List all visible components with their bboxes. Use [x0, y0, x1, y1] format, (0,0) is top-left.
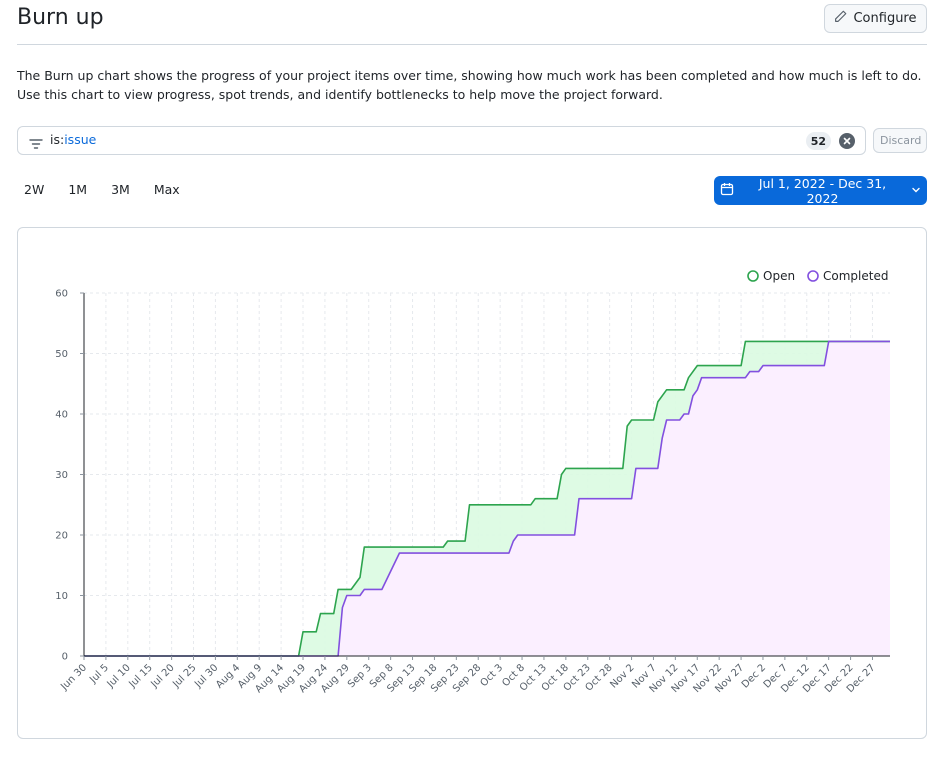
x-tick-label: Jul 20 — [148, 662, 176, 690]
y-tick-label: 60 — [55, 289, 68, 300]
filter-icon — [29, 135, 43, 149]
clear-filter-button[interactable] — [839, 133, 855, 149]
x-tick-label: Sep 3 — [346, 662, 374, 690]
page-title: Burn up — [17, 5, 104, 30]
tab-3m[interactable]: 3M — [104, 180, 137, 198]
date-range-label: Jul 1, 2022 - Dec 31, 2022 — [758, 175, 887, 206]
legend-completed-label: Completed — [823, 269, 888, 283]
x-tick-label: Jul 25 — [170, 662, 198, 690]
legend-open-label: Open — [763, 269, 795, 283]
pencil-icon — [834, 10, 847, 27]
calendar-icon — [720, 182, 734, 199]
x-tick-label: Dec 2 — [740, 662, 768, 690]
tab-1m[interactable]: 1M — [61, 180, 94, 198]
y-tick-label: 0 — [62, 652, 68, 663]
filter-value: issue — [64, 132, 97, 147]
tab-max[interactable]: Max — [147, 180, 187, 198]
y-tick-label: 30 — [55, 470, 68, 481]
page-header: Burn up Configure — [17, 0, 927, 45]
result-count-badge: 52 — [805, 132, 831, 150]
x-tick-label: Jul 10 — [105, 662, 133, 690]
legend-completed-marker — [807, 270, 819, 282]
filter-key: is: — [50, 132, 65, 147]
legend-open-marker — [747, 270, 759, 282]
x-circle-icon — [839, 137, 855, 152]
configure-label: Configure — [853, 11, 917, 26]
y-tick-label: 40 — [55, 410, 68, 421]
y-tick-label: 20 — [55, 531, 68, 542]
chart-card: 0 10 20 30 40 50 60 Jun 30 Jul 5 Jul 10 Jul 15 Jul … — [17, 227, 927, 739]
burn-up-chart: 0102030405060Jun 30Jul 5Jul 10Jul 15Jul … — [55, 269, 890, 695]
discard-button[interactable]: Discard — [873, 128, 927, 153]
range-tabs: 2W 1M 3M Max — [17, 180, 187, 198]
date-range-button[interactable]: Jul 1, 2022 - Dec 31, 2022 — [714, 175, 927, 206]
y-tick-label: 50 — [55, 349, 68, 360]
filter-query[interactable]: is:issue — [50, 132, 96, 147]
y-tick-label: 10 — [55, 591, 68, 602]
x-tick-label: Jun 30 — [58, 662, 89, 693]
configure-button[interactable]: Configure — [824, 4, 927, 33]
chevron-down-icon — [911, 183, 921, 198]
x-tick-label: Jul 15 — [127, 662, 155, 690]
x-tick-label: Oct 3 — [479, 662, 506, 689]
tab-2w[interactable]: 2W — [17, 180, 51, 198]
chart-description: The Burn up chart shows the progress of … — [17, 68, 922, 102]
completed-area — [84, 341, 890, 656]
filter-bar[interactable]: is:issue 52 — [17, 126, 866, 155]
